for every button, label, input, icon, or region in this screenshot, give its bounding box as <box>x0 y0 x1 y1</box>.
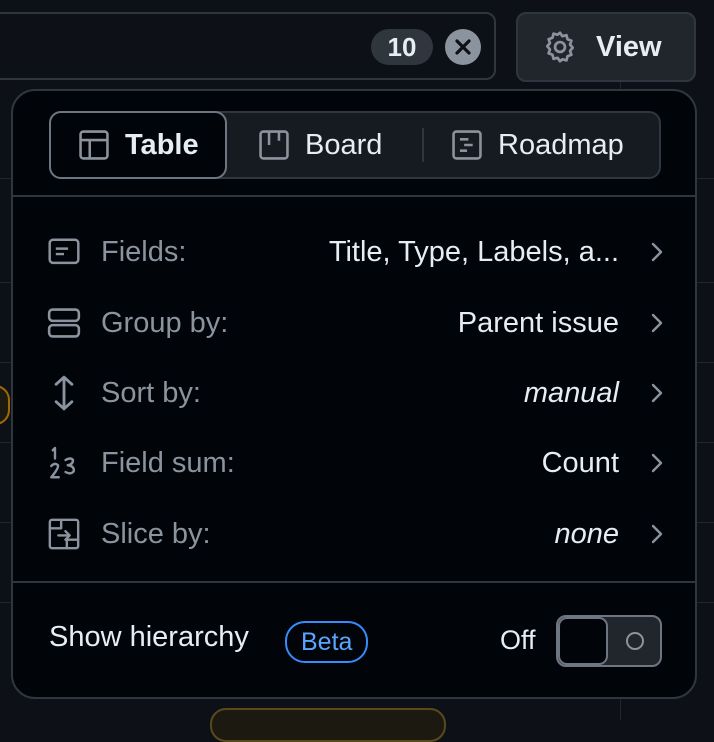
layout-tab-board[interactable]: Board <box>227 113 422 177</box>
toggle-off-indicator-icon <box>626 632 644 650</box>
chevron-right-icon <box>651 524 663 544</box>
option-field-sum[interactable]: Field sum: Count <box>47 438 665 488</box>
chevron-right-icon <box>651 242 663 262</box>
toggle-state-label: Off <box>500 625 536 655</box>
option-label: Field sum: <box>101 446 235 479</box>
close-icon <box>455 39 471 55</box>
clear-filter-button[interactable] <box>445 29 481 65</box>
roadmap-icon <box>452 130 482 160</box>
background-issue-pill <box>210 708 446 742</box>
option-label: Sort by: <box>101 376 201 409</box>
option-sort-by[interactable]: Sort by: manual <box>47 368 665 418</box>
layout-tab-table[interactable]: Table <box>49 111 227 179</box>
section-divider <box>13 581 695 583</box>
filter-count-badge: 10 <box>371 29 433 65</box>
show-hierarchy-label: Show hierarchy <box>49 621 249 653</box>
option-group-by[interactable]: Group by: Parent issue <box>47 298 665 348</box>
table-icon <box>79 130 109 160</box>
slice-icon <box>48 518 80 550</box>
toggle-knob <box>558 617 608 665</box>
view-button-label: View <box>596 30 662 63</box>
view-options-popover: Table Board Roadmap Fields: Title, Type,… <box>11 89 697 699</box>
option-value: Title, Type, Labels, a... <box>328 235 619 268</box>
board-icon <box>259 130 289 160</box>
view-button[interactable]: View <box>516 12 696 82</box>
option-label: Group by: <box>101 306 229 339</box>
show-hierarchy-toggle[interactable] <box>556 615 662 667</box>
fields-icon <box>48 238 80 265</box>
group-by-icon <box>47 308 81 338</box>
option-value: Count <box>541 446 619 479</box>
sort-icon <box>54 375 74 411</box>
option-fields[interactable]: Fields: Title, Type, Labels, a... <box>47 227 665 277</box>
option-label: Slice by: <box>101 517 211 550</box>
background-issue-pill <box>0 385 10 425</box>
chevron-right-icon <box>651 313 663 333</box>
option-value: Parent issue <box>457 306 619 339</box>
option-value: none <box>554 517 619 550</box>
layout-tab-label: Board <box>305 128 383 161</box>
layout-tab-label: Table <box>125 128 199 161</box>
gear-icon <box>545 31 575 63</box>
option-slice-by[interactable]: Slice by: none <box>47 509 665 559</box>
beta-badge: Beta <box>285 621 369 663</box>
field-sum-icon <box>50 446 76 479</box>
chevron-right-icon <box>651 383 663 403</box>
option-value: manual <box>523 376 619 409</box>
chevron-right-icon <box>651 453 663 473</box>
option-label: Fields: <box>101 235 187 268</box>
layout-switcher: Table Board Roadmap <box>49 111 661 179</box>
section-divider <box>13 195 695 197</box>
layout-tab-label: Roadmap <box>498 128 624 161</box>
layout-tab-roadmap[interactable]: Roadmap <box>424 113 624 177</box>
